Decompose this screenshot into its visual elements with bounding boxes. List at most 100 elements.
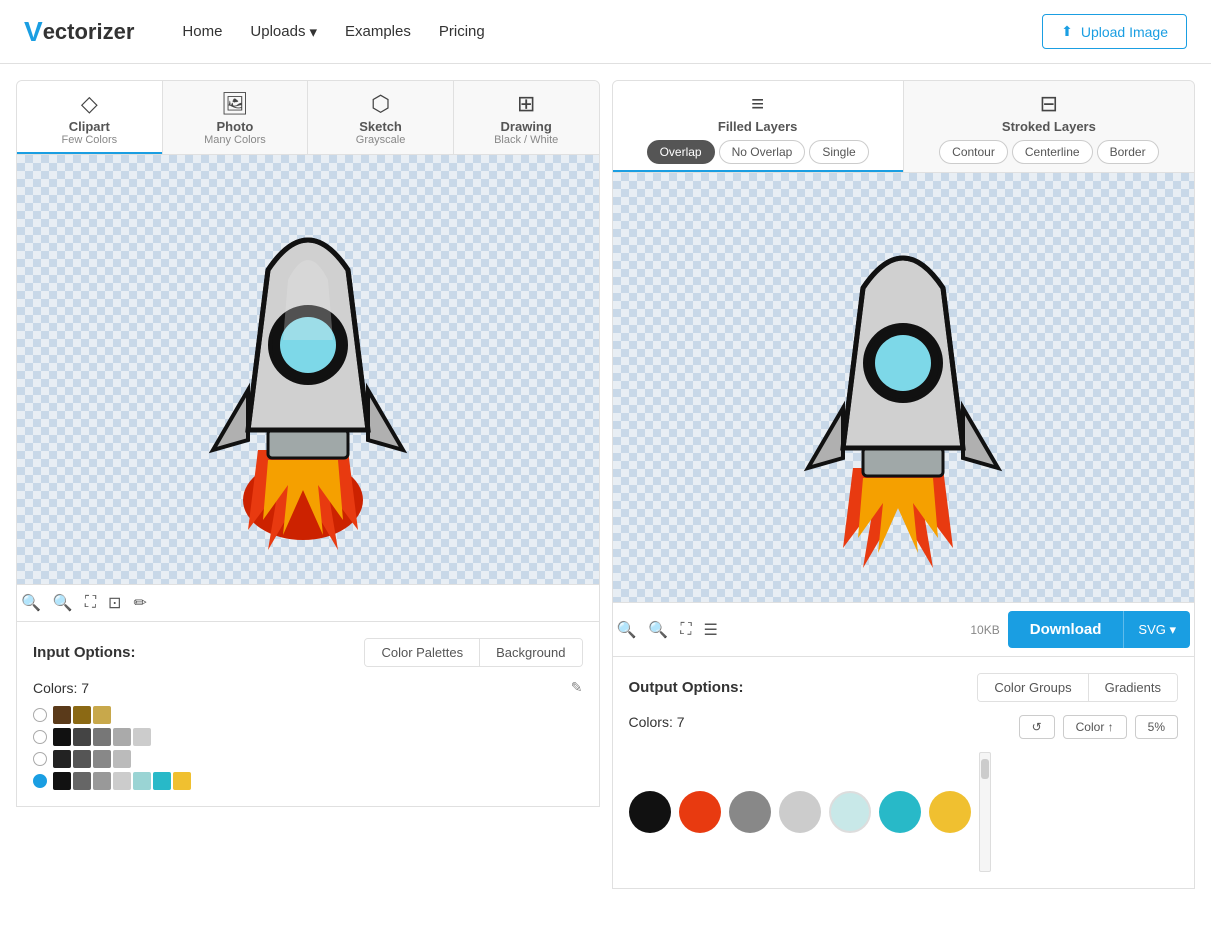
color-groups-tab[interactable]: Color Groups [978, 674, 1088, 701]
output-color-yellow[interactable] [929, 791, 971, 833]
stroked-layers-icon: ⊟ [1040, 91, 1058, 117]
output-color-pale-cyan[interactable] [829, 791, 871, 833]
output-fullscreen-icon[interactable]: ⛶ [680, 621, 691, 639]
output-scrollbar[interactable] [979, 752, 991, 872]
sort-colors-button[interactable]: Color ↑ [1063, 715, 1127, 739]
palette-row-1 [33, 706, 583, 724]
chevron-down-icon: ▾ [309, 23, 317, 41]
options-header: Input Options: Color Palettes Background [33, 638, 583, 667]
color-swatch[interactable] [73, 728, 91, 746]
palette-radio-1[interactable] [33, 708, 47, 722]
uploads-link[interactable]: Uploads ▾ [250, 23, 317, 41]
color-swatch[interactable] [73, 772, 91, 790]
border-btn[interactable]: Border [1097, 140, 1159, 164]
palette-row-3 [33, 750, 583, 768]
color-swatch[interactable] [133, 728, 151, 746]
fullscreen-icon[interactable]: ⛶ [85, 594, 96, 612]
zoom-out-icon[interactable]: 🔍 [53, 593, 73, 613]
rocket-image [138, 190, 478, 550]
contour-btn[interactable]: Contour [939, 140, 1008, 164]
upload-image-button[interactable]: ⬆ Upload Image [1042, 14, 1187, 49]
output-options-tabs: Color Groups Gradients [977, 673, 1178, 702]
navbar: Vectorizer Home Uploads ▾ Examples Prici… [0, 0, 1211, 64]
color-swatch[interactable] [173, 772, 191, 790]
colors-count: Colors: 7 [33, 680, 89, 696]
output-options-area: Output Options: Color Groups Gradients C… [612, 657, 1196, 889]
rocket-svg-right [733, 208, 1073, 568]
color-swatch[interactable] [53, 750, 71, 768]
tab-stroked-layers[interactable]: ⊟ Stroked Layers Contour Centerline Bord… [904, 81, 1194, 172]
left-panel: ◇ Clipart Few Colors 🖼 Photo Many Colors… [16, 80, 600, 889]
download-button[interactable]: Download [1008, 611, 1124, 648]
color-swatch[interactable] [93, 706, 111, 724]
upload-icon: ⬆ [1061, 23, 1073, 40]
overlap-btn[interactable]: Overlap [647, 140, 715, 164]
toolbar-right: 10KB Download SVG ▾ [970, 611, 1190, 648]
color-swatch[interactable] [53, 772, 71, 790]
tab-filled-layers[interactable]: ≡ Filled Layers Overlap No Overlap Singl… [613, 81, 904, 172]
download-format-button[interactable]: SVG ▾ [1123, 611, 1190, 648]
output-colors-section [629, 752, 1179, 872]
logo[interactable]: Vectorizer [24, 16, 134, 48]
logo-rest: ectorizer [43, 19, 135, 45]
color-swatch[interactable] [133, 772, 151, 790]
tab-sketch[interactable]: ⬡ Sketch Grayscale [308, 81, 454, 154]
color-swatch[interactable] [53, 728, 71, 746]
color-swatch[interactable] [53, 706, 71, 724]
output-colors-row: Colors: 7 ↺ Color ↑ 5% [629, 714, 1179, 740]
output-zoom-in-icon[interactable]: 🔍 [617, 620, 637, 640]
output-color-light-gray[interactable] [779, 791, 821, 833]
output-color-black[interactable] [629, 791, 671, 833]
stroked-sub-buttons: Contour Centerline Border [939, 140, 1158, 164]
color-swatch[interactable] [93, 728, 111, 746]
color-swatch[interactable] [93, 750, 111, 768]
reset-colors-button[interactable]: ↺ [1019, 715, 1055, 739]
no-overlap-btn[interactable]: No Overlap [719, 140, 806, 164]
color-swatch[interactable] [93, 772, 111, 790]
input-options-area: Input Options: Color Palettes Background… [16, 622, 600, 807]
output-color-cyan[interactable] [879, 791, 921, 833]
color-palette [33, 706, 583, 790]
background-tab[interactable]: Background [480, 639, 581, 666]
output-color-gray[interactable] [729, 791, 771, 833]
edit-colors-icon[interactable]: ✎ [571, 679, 583, 696]
pricing-link[interactable]: Pricing [439, 23, 485, 40]
output-options-header: Output Options: Color Groups Gradients [629, 673, 1179, 702]
tab-clipart[interactable]: ◇ Clipart Few Colors [17, 81, 163, 154]
output-menu-icon[interactable]: ☰ [704, 620, 718, 640]
output-colors-count: Colors: 7 [629, 714, 685, 730]
tab-photo[interactable]: 🖼 Photo Many Colors [163, 81, 309, 154]
palette-radio-3[interactable] [33, 752, 47, 766]
crop-icon[interactable]: ⊡ [108, 593, 121, 613]
tolerance-button[interactable]: 5% [1135, 715, 1178, 739]
palette-radio-4[interactable] [33, 774, 47, 788]
home-link[interactable]: Home [182, 23, 222, 40]
colors-label-row: Colors: 7 ✎ [33, 679, 583, 696]
rocket-svg-left [138, 190, 478, 550]
palette-radio-2[interactable] [33, 730, 47, 744]
color-swatch[interactable] [113, 728, 131, 746]
examples-link[interactable]: Examples [345, 23, 411, 40]
sketch-icon: ⬡ [371, 91, 390, 117]
color-swatch[interactable] [153, 772, 171, 790]
color-swatch[interactable] [113, 750, 131, 768]
output-zoom-out-icon[interactable]: 🔍 [648, 620, 668, 640]
output-controls: ↺ Color ↑ 5% [1019, 715, 1178, 739]
palette-row-4 [33, 772, 583, 790]
output-color-orange-red[interactable] [679, 791, 721, 833]
output-options-title: Output Options: [629, 679, 744, 696]
drawing-icon: ⊞ [517, 91, 535, 117]
palette-row-2 [33, 728, 583, 746]
color-swatch[interactable] [73, 750, 91, 768]
color-swatch[interactable] [73, 706, 91, 724]
gradients-tab[interactable]: Gradients [1089, 674, 1177, 701]
tab-drawing[interactable]: ⊞ Drawing Black / White [454, 81, 599, 154]
single-btn[interactable]: Single [809, 140, 868, 164]
color-palettes-tab[interactable]: Color Palettes [365, 639, 480, 666]
color-swatch[interactable] [113, 772, 131, 790]
zoom-in-icon[interactable]: 🔍 [21, 593, 41, 613]
centerline-btn[interactable]: Centerline [1012, 140, 1093, 164]
reset-icon: ↺ [1032, 720, 1042, 734]
output-image-area [612, 173, 1196, 603]
edit-icon[interactable]: ✏ [133, 593, 146, 613]
